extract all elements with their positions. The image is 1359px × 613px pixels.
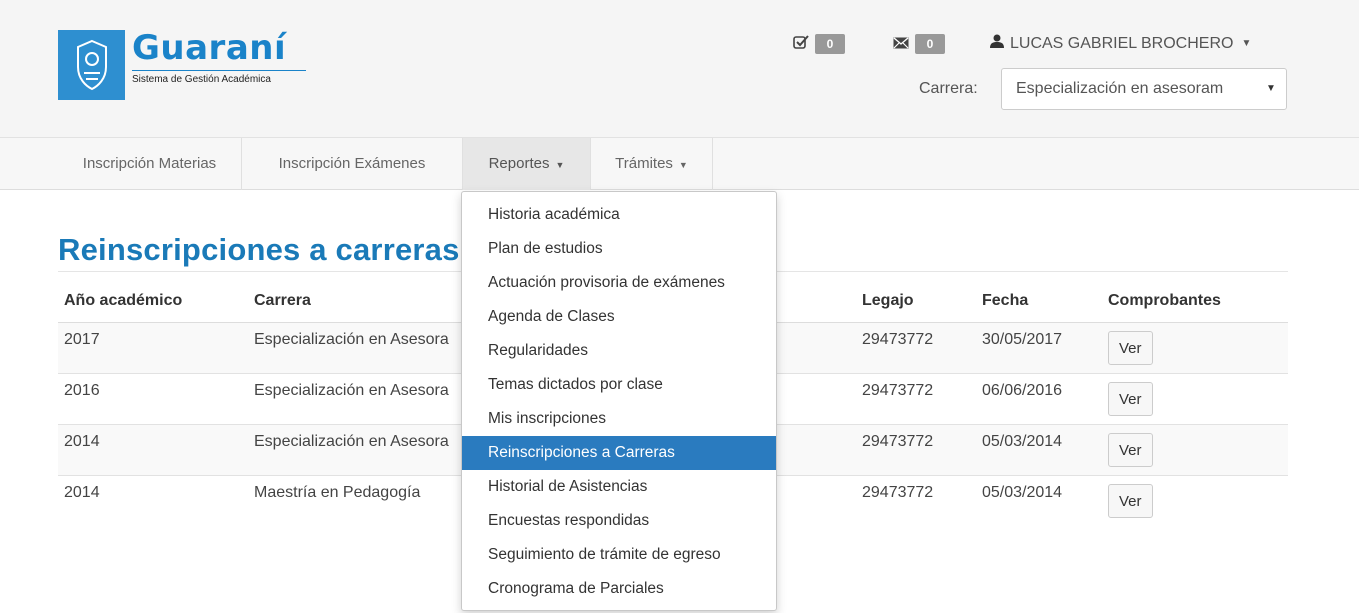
cell-comprobantes: Ver (1102, 474, 1288, 526)
nav-tramites[interactable]: Trámites ▼ (591, 138, 713, 190)
menu-item-agenda-de-clases[interactable]: Agenda de Clases (462, 300, 776, 334)
messages-indicator[interactable]: 0 (893, 34, 945, 54)
cell-anio: 2017 (58, 321, 248, 373)
cell-anio: 2014 (58, 474, 248, 526)
cell-fecha: 06/06/2016 (976, 372, 1102, 424)
check-square-icon (793, 35, 809, 53)
brand-title: Guaraní (132, 28, 287, 68)
chevron-down-icon: ▼ (1241, 38, 1252, 49)
reportes-dropdown-menu: Historia académica Plan de estudios Actu… (461, 191, 777, 611)
column-header: Comprobantes (1102, 281, 1288, 323)
cell-legajo: 29473772 (856, 321, 976, 373)
tasks-count-badge: 0 (815, 34, 845, 54)
ver-button[interactable]: Ver (1108, 381, 1153, 416)
nav-tramites-label: Trámites (615, 155, 673, 172)
menu-item-temas-dictados[interactable]: Temas dictados por clase (462, 368, 776, 402)
cell-comprobantes: Ver (1102, 321, 1288, 373)
menu-item-actuacion-provisoria[interactable]: Actuación provisoria de exámenes (462, 266, 776, 300)
page-title: Reinscripciones a carreras (58, 232, 460, 267)
menu-item-seguimiento-tramite[interactable]: Seguimiento de trámite de egreso (462, 538, 776, 572)
menu-item-regularidades[interactable]: Regularidades (462, 334, 776, 368)
column-header: Legajo (856, 281, 976, 323)
menu-item-historia-academica[interactable]: Historia académica (462, 198, 776, 232)
cell-fecha: 05/03/2014 (976, 474, 1102, 526)
envelope-icon (893, 36, 909, 53)
menu-item-plan-de-estudios[interactable]: Plan de estudios (462, 232, 776, 266)
messages-count-badge: 0 (915, 34, 945, 54)
menu-item-reinscripciones[interactable]: Reinscripciones a Carreras (462, 436, 776, 470)
nav-reportes[interactable]: Reportes ▼ (463, 138, 591, 190)
cell-fecha: 30/05/2017 (976, 321, 1102, 373)
carrera-select[interactable]: Especialización en asesoram ▼ (1001, 68, 1287, 110)
user-name: LUCAS GABRIEL BROCHERO (1010, 34, 1234, 52)
cell-legajo: 29473772 (856, 423, 976, 475)
cell-comprobantes: Ver (1102, 423, 1288, 475)
ver-button[interactable]: Ver (1108, 432, 1153, 467)
menu-item-encuestas-respondidas[interactable]: Encuestas respondidas (462, 504, 776, 538)
cell-legajo: 29473772 (856, 474, 976, 526)
nav-reportes-label: Reportes (488, 155, 550, 172)
user-icon (990, 34, 1004, 53)
cell-anio: 2016 (58, 372, 248, 424)
chevron-down-icon: ▼ (555, 160, 565, 170)
main-nav: Inscripción Materias Inscripción Exámene… (0, 137, 1359, 190)
cell-comprobantes: Ver (1102, 372, 1288, 424)
ver-button[interactable]: Ver (1108, 330, 1153, 365)
select-arrow-icon: ▼ (1266, 83, 1276, 94)
cell-fecha: 05/03/2014 (976, 423, 1102, 475)
nav-inscripcion-examenes[interactable]: Inscripción Exámenes (242, 138, 463, 190)
column-header: Año académico (58, 281, 248, 323)
menu-item-cronograma-parciales[interactable]: Cronograma de Parciales (462, 572, 776, 606)
carrera-label: Carrera: (919, 80, 978, 97)
header: Guaraní Sistema de Gestión Académica 0 0… (0, 0, 1359, 137)
tasks-indicator[interactable]: 0 (793, 34, 845, 54)
menu-item-mis-inscripciones[interactable]: Mis inscripciones (462, 402, 776, 436)
user-menu[interactable]: LUCAS GABRIEL BROCHERO ▼ (990, 34, 1251, 53)
brand-subtitle: Sistema de Gestión Académica (132, 70, 306, 85)
university-emblem-icon (58, 30, 125, 100)
carrera-selected-value: Especialización en asesoram (1016, 80, 1224, 97)
nav-inscripcion-materias[interactable]: Inscripción Materias (58, 138, 242, 190)
ver-button[interactable]: Ver (1108, 483, 1153, 518)
menu-item-historial-asistencias[interactable]: Historial de Asistencias (462, 470, 776, 504)
cell-anio: 2014 (58, 423, 248, 475)
column-header: Fecha (976, 281, 1102, 323)
cell-legajo: 29473772 (856, 372, 976, 424)
guarani-logo[interactable]: Guaraní Sistema de Gestión Académica (58, 30, 306, 100)
chevron-down-icon: ▼ (678, 160, 688, 170)
